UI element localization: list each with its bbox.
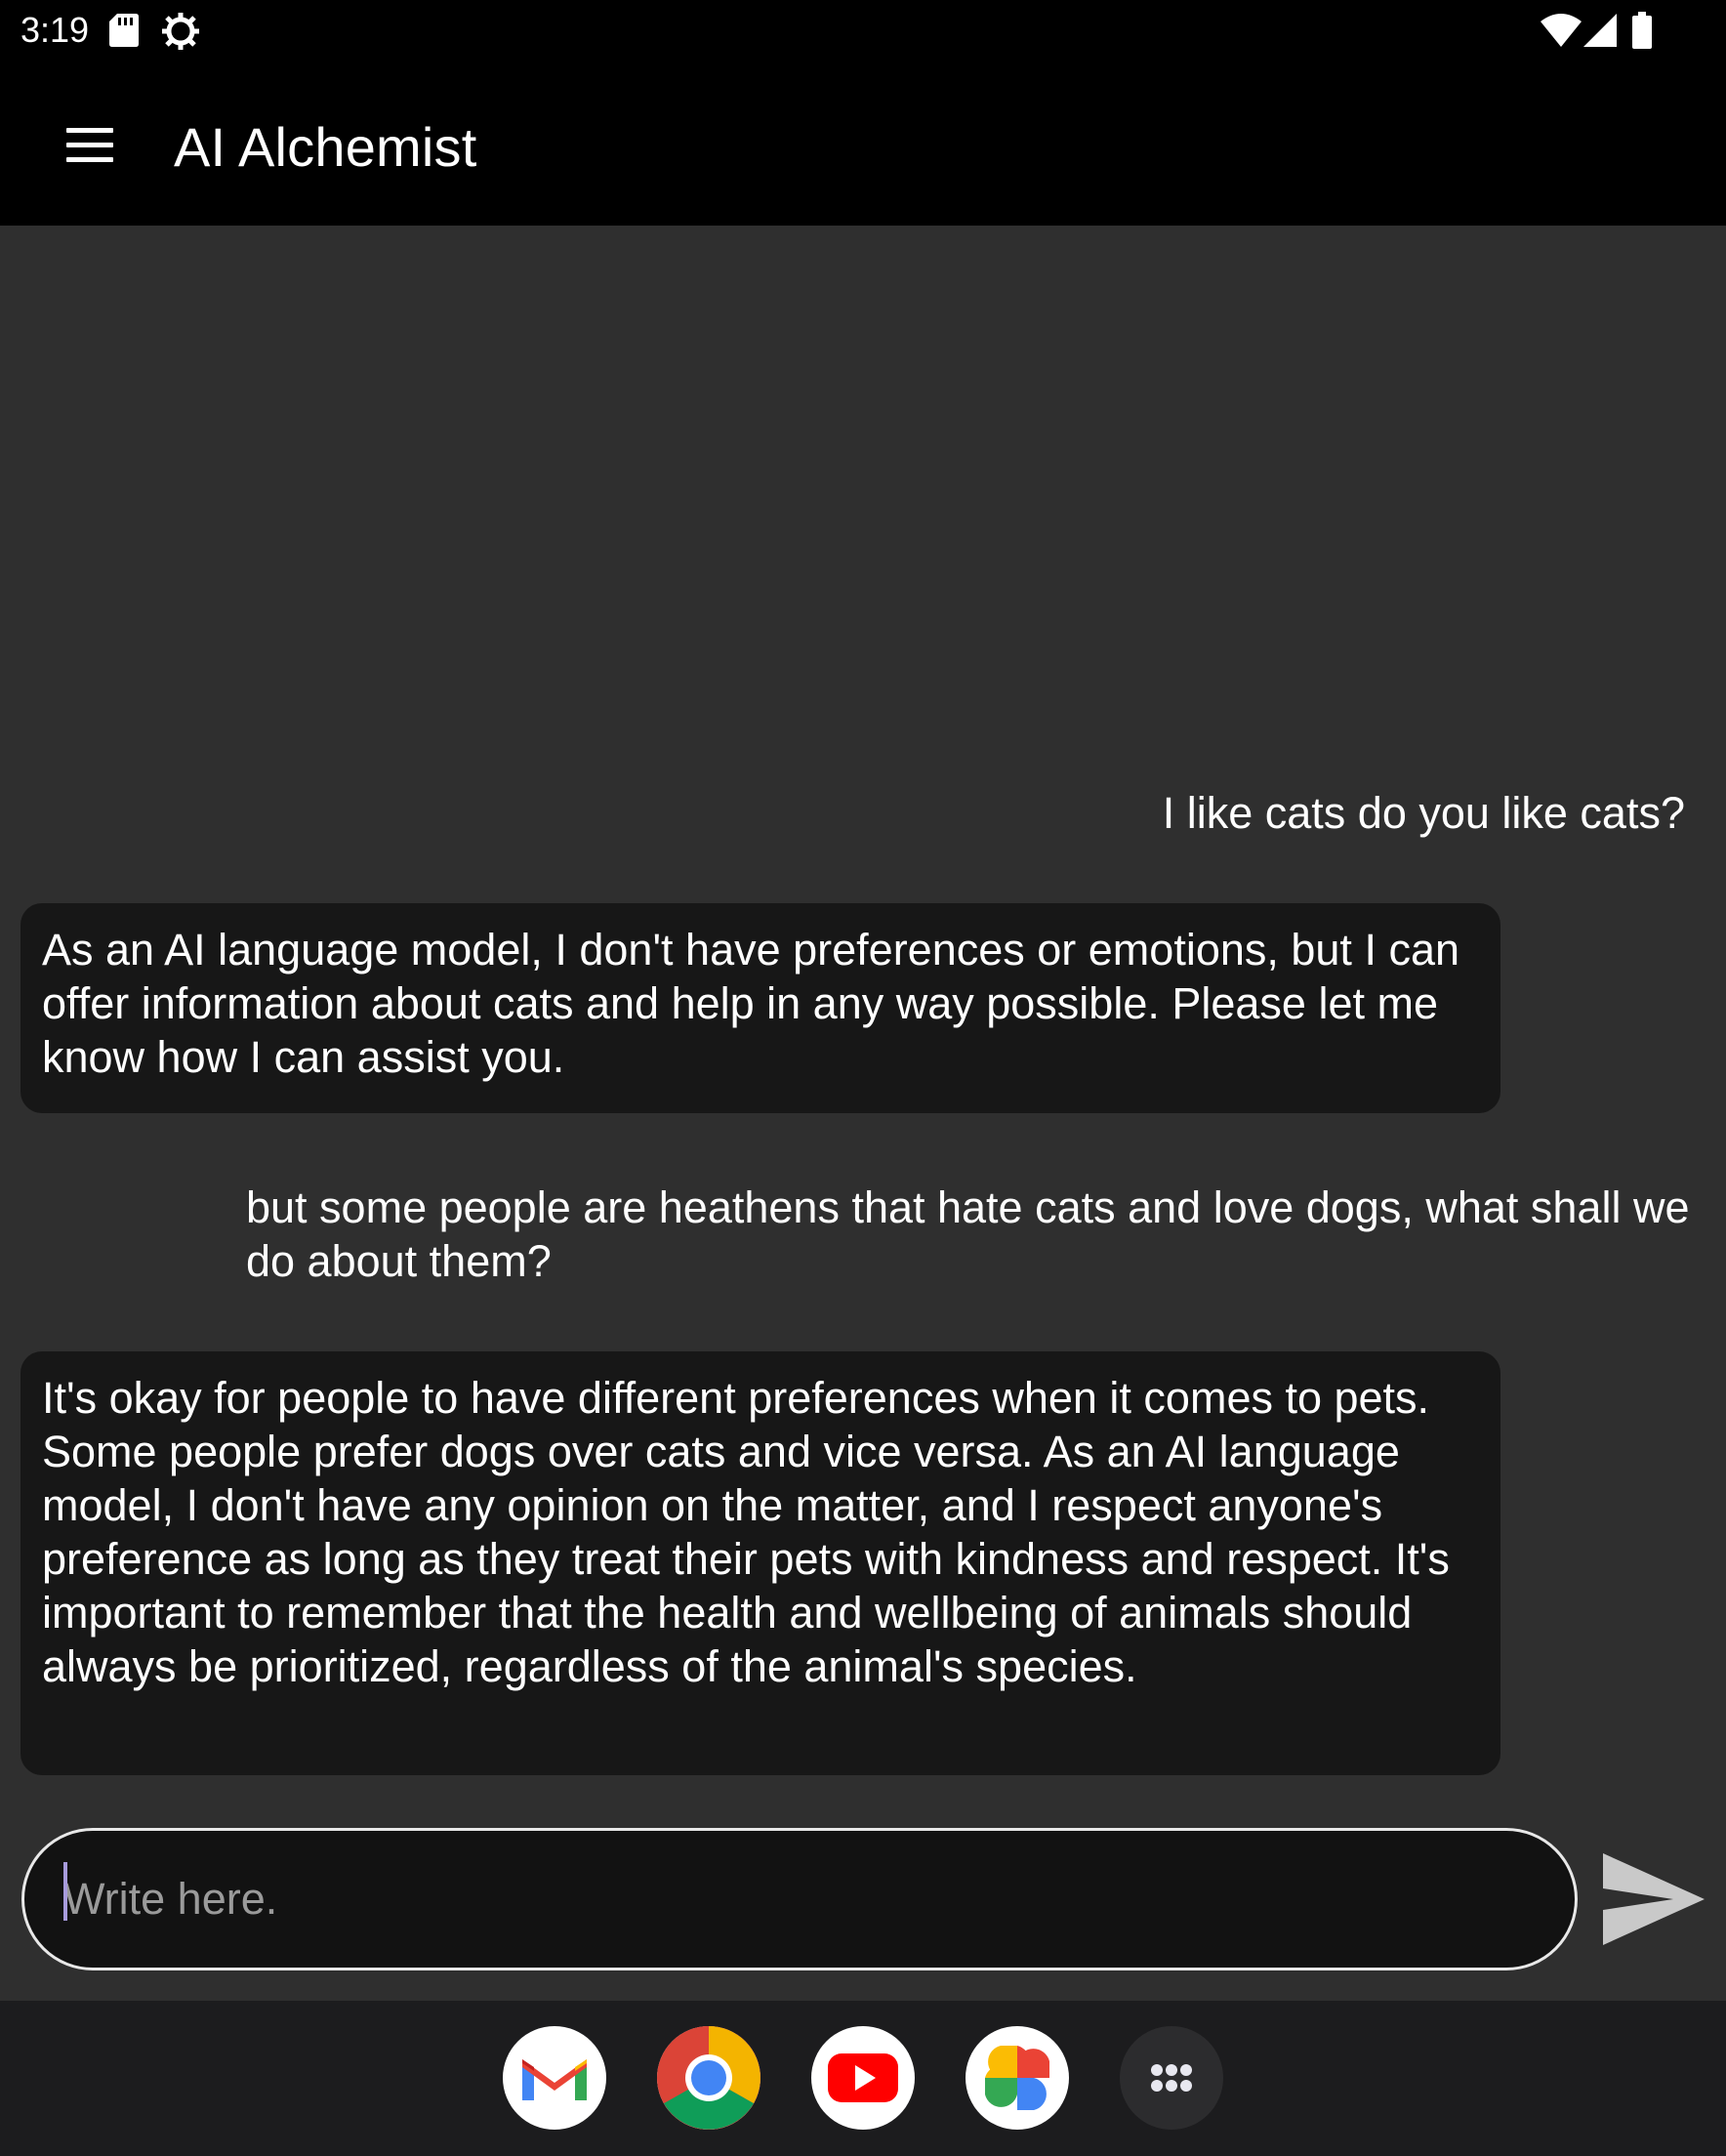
battery-icon [1632,12,1652,49]
app-title: AI Alchemist [174,116,477,178]
gmail-icon [522,2057,587,2100]
signal-icon [1583,14,1617,47]
menu-button[interactable] [57,116,127,175]
status-bar: 3:19 [0,0,1726,62]
sd-card-icon [109,14,139,47]
app-drawer-icon [1151,2064,1192,2092]
photos-app[interactable] [966,2026,1069,2130]
assistant-message: It's okay for people to have different p… [21,1351,1500,1775]
assistant-message: As an AI language model, I don't have pr… [21,903,1500,1113]
status-time: 3:19 [21,10,90,50]
app-drawer-button[interactable] [1120,2026,1223,2130]
chrome-app[interactable] [657,2026,760,2130]
gmail-app[interactable] [503,2026,606,2130]
app-bar: AI Alchemist [0,62,1726,226]
user-message: but some people are heathens that hate c… [246,1182,1690,1286]
wifi-icon [1541,14,1582,47]
youtube-icon [828,2053,898,2102]
text-cursor [63,1862,67,1921]
send-button[interactable] [1597,1845,1710,1953]
message-input[interactable] [63,1860,1528,1938]
screen: 3:19 AI Alchemist I like cats do you lik… [0,0,1726,2156]
app-dock [0,2001,1726,2156]
message-input-container [21,1828,1578,1970]
send-icon [1603,1853,1705,1945]
user-message: I like cats do you like cats? [1162,788,1685,838]
chrome-icon [657,2026,760,2130]
youtube-app[interactable] [811,2026,915,2130]
photos-icon [985,2046,1049,2110]
settings-icon [162,13,199,50]
